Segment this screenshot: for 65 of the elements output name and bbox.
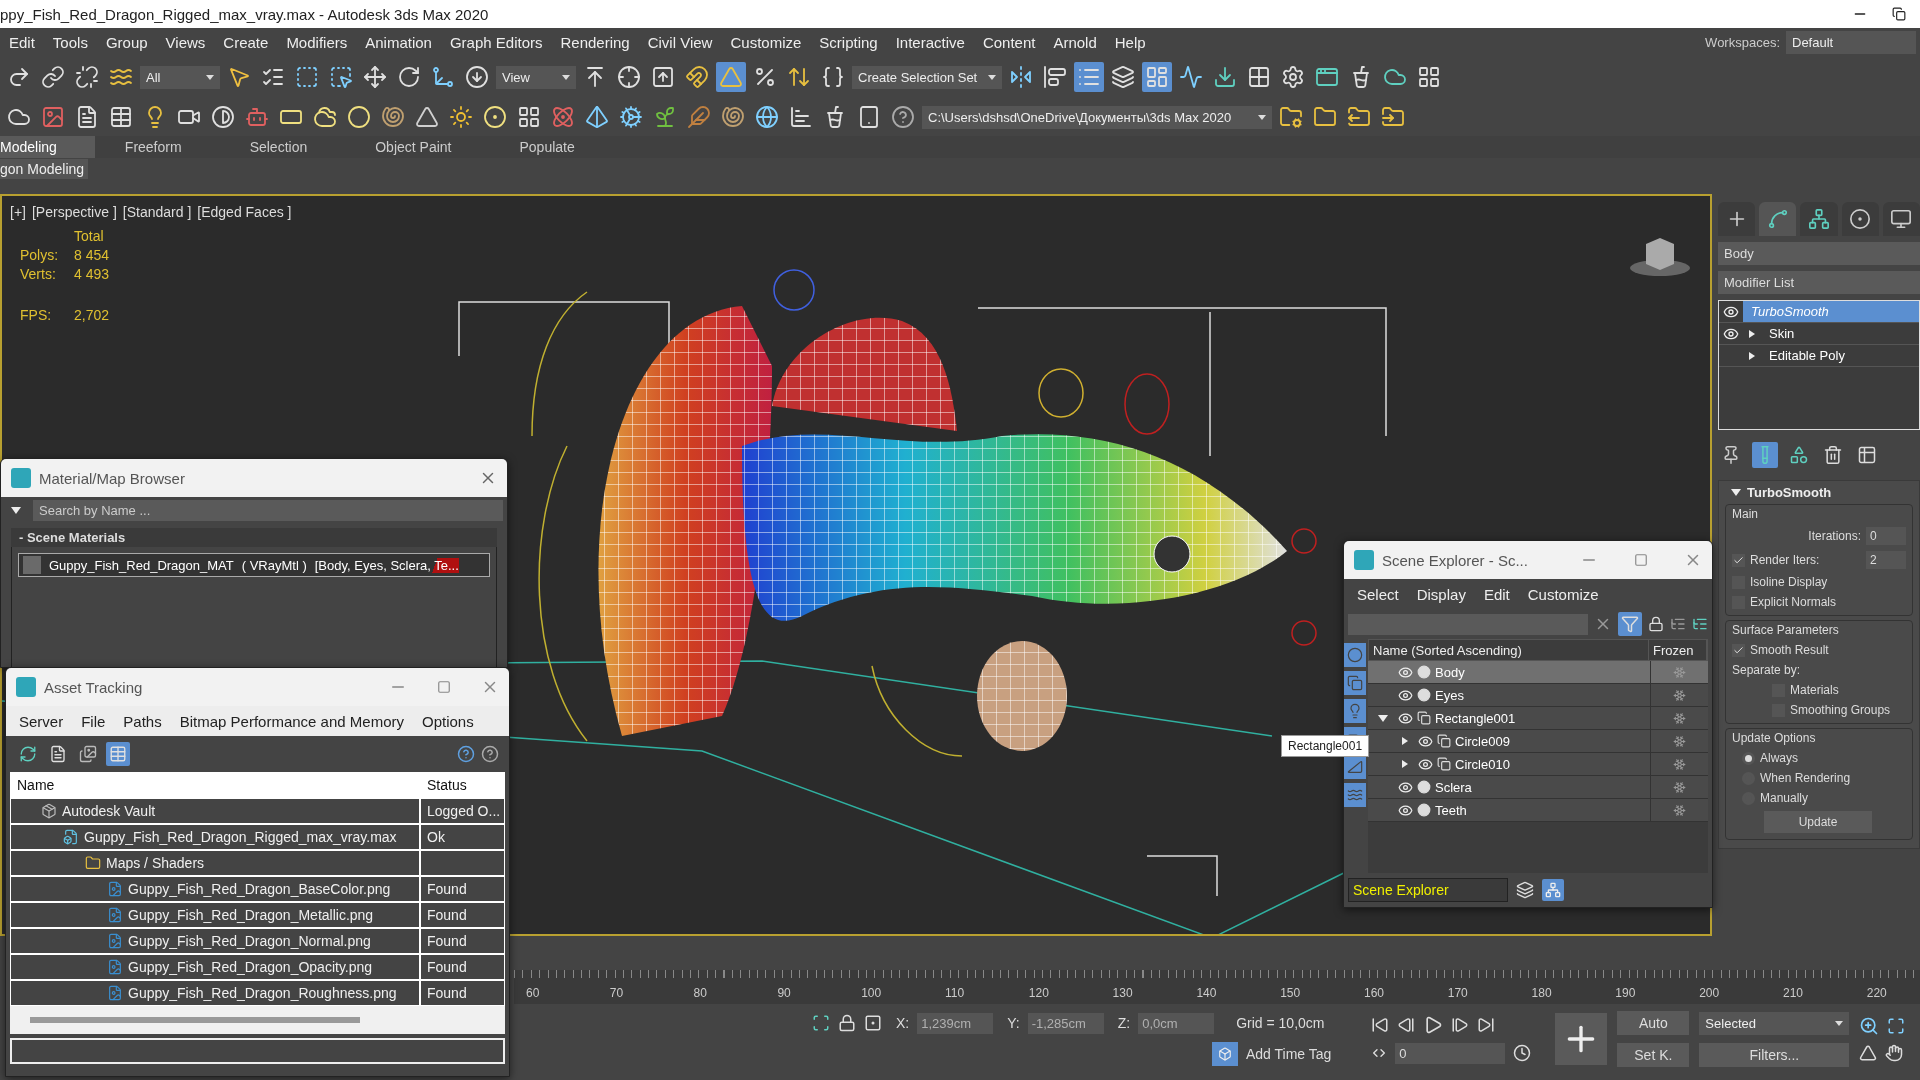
radio-label: Manually <box>1760 791 1809 805</box>
group-title: Surface Parameters <box>1732 623 1840 637</box>
stat-label: Polys: <box>20 247 60 263</box>
frame-number: 100 <box>861 986 883 1002</box>
tooltip: Rectangle001 <box>1281 735 1370 757</box>
frame-number: 180 <box>1531 986 1553 1002</box>
stats-header: Total <box>74 228 105 244</box>
field-label: Iterations: <box>1808 529 1861 543</box>
frame-number: 90 <box>777 986 792 1002</box>
material-name: Guppy_Fish_Red_Dragon_MAT <box>49 557 234 573</box>
frame-number: 210 <box>1782 986 1804 1002</box>
stat-label: Verts: <box>20 266 57 282</box>
material-type: ( VRayMtl ) <box>241 557 307 573</box>
frame-number: 170 <box>1447 986 1469 1002</box>
object-name: Sclera <box>1435 779 1472 795</box>
window-title: ppy_Fish_Red_Dragon_Rigged_max_vray.max - Autodesk 3ds Max 2020 <box>0 5 489 23</box>
radio-label: Always <box>1760 751 1798 765</box>
window-title: Scene Explorer - Sc... <box>1382 551 1529 569</box>
object-name: Circle010 <box>1455 756 1510 772</box>
table-cell: Found <box>421 981 504 1005</box>
object-name: Body <box>1435 664 1465 680</box>
table-cell: Found <box>421 877 504 901</box>
checkbox-label: Render Iters: <box>1750 553 1820 567</box>
stat-value: 4 493 <box>74 266 110 282</box>
frame-number: 150 <box>1280 986 1302 1002</box>
material-objects: [Body, Eyes, Sclera, Te... <box>314 557 459 573</box>
window-title: Asset Tracking <box>44 678 144 696</box>
frame-number: 60 <box>526 986 541 1002</box>
table-cell: Found <box>421 955 504 979</box>
frame-number: 120 <box>1028 986 1050 1002</box>
checkbox-label: Explicit Normals <box>1750 595 1836 609</box>
object-name: Rectangle001 <box>1435 710 1516 726</box>
frame-number: 110 <box>945 986 966 1002</box>
checkbox-label: Isoline Display <box>1750 575 1828 589</box>
frame-number: 80 <box>693 986 708 1002</box>
window-title: Material/Map Browser <box>39 469 186 487</box>
table-cell: Logged O... <box>421 799 504 823</box>
frame-number: 220 <box>1866 986 1888 1002</box>
checkbox-label: Smooth Result <box>1750 643 1829 657</box>
radio-label: When Rendering <box>1760 771 1851 785</box>
frame-number: 200 <box>1699 986 1721 1002</box>
object-name: Circle009 <box>1455 733 1510 749</box>
stat-value: 8 454 <box>74 247 110 263</box>
grid-size-text: Grid = 10,0cm <box>1236 1015 1325 1031</box>
object-name: Eyes <box>1435 687 1464 703</box>
checkbox-label: Materials <box>1790 683 1839 697</box>
frame-number: 190 <box>1615 986 1637 1002</box>
frame-number: 70 <box>609 986 625 1002</box>
stat-value: 2,702 <box>74 307 110 323</box>
table-cell: Found <box>421 903 504 927</box>
frame-number: 130 <box>1112 986 1134 1002</box>
table-cell: Ok <box>421 825 504 849</box>
coordinate-label: X: <box>896 1015 910 1031</box>
stat-label: FPS: <box>20 307 53 323</box>
frame-number: 140 <box>1196 986 1218 1002</box>
field-label: Separate by: <box>1732 663 1801 677</box>
workspaces-label: Workspaces: <box>1705 34 1780 50</box>
checkbox-label: Smoothing Groups <box>1790 703 1891 717</box>
table-cell: Found <box>421 929 504 953</box>
coordinate-label: Z: <box>1117 1015 1131 1031</box>
group-title: Main <box>1732 507 1759 521</box>
frame-number: 160 <box>1363 986 1385 1002</box>
group-title: Update Options <box>1732 731 1817 745</box>
object-name: Teeth <box>1435 802 1467 818</box>
coordinate-label: Y: <box>1007 1015 1020 1031</box>
